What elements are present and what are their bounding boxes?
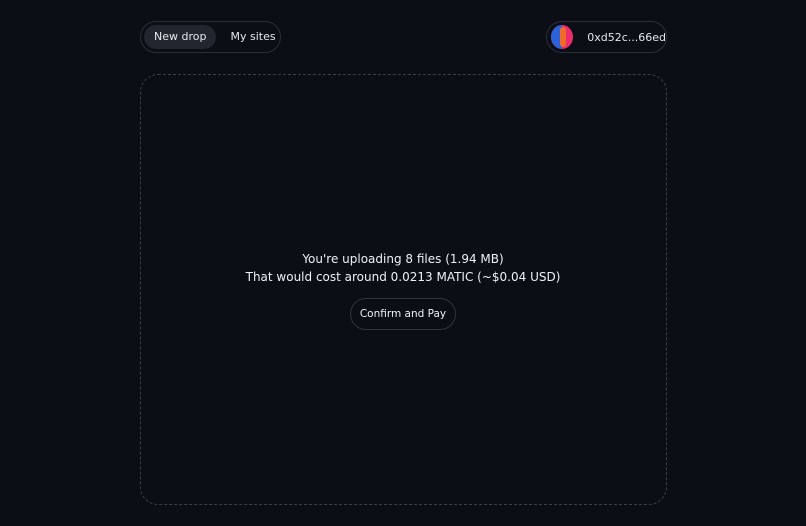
upload-summary: You're uploading 8 files (1.94 MB): [302, 252, 504, 266]
tab-new-drop[interactable]: New drop: [144, 25, 217, 49]
tab-my-sites[interactable]: My sites: [220, 25, 285, 49]
upload-cost: That would cost around 0.0213 MATIC (~$0…: [245, 270, 561, 284]
page: New drop My sites 0xd52c...66ed You're u…: [0, 0, 806, 526]
wallet-avatar: [551, 25, 574, 49]
wallet-button[interactable]: 0xd52c...66ed: [546, 21, 667, 53]
wallet-address: 0xd52c...66ed: [587, 30, 666, 44]
upload-dropzone[interactable]: [140, 74, 667, 505]
confirm-and-pay-button[interactable]: Confirm and Pay: [350, 298, 456, 330]
avatar-stripe-orange: [560, 27, 566, 47]
tab-bar: New drop My sites: [140, 21, 281, 53]
